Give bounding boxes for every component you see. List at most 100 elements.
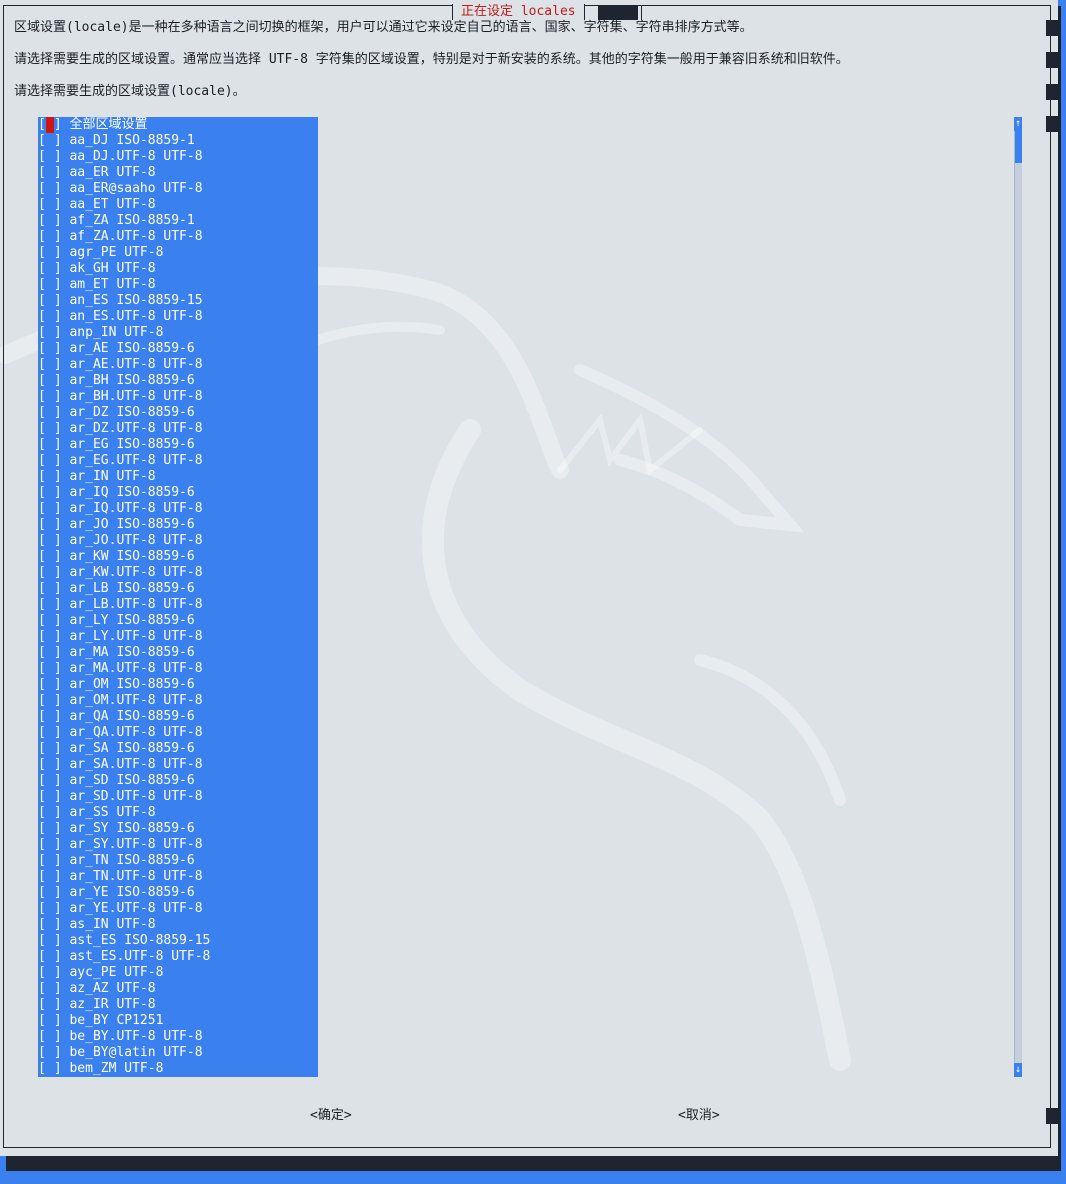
- checkbox-unchecked[interactable]: [46, 581, 54, 597]
- scrollbar-thumb[interactable]: [1015, 131, 1022, 163]
- ok-button[interactable]: <确定>: [310, 1108, 352, 1124]
- checkbox-unchecked[interactable]: [46, 981, 54, 997]
- checkbox-unchecked[interactable]: [46, 517, 54, 533]
- checkbox-unchecked[interactable]: [46, 997, 54, 1013]
- locale-option[interactable]: [] aa_ER UTF-8: [38, 165, 318, 181]
- checkbox-unchecked[interactable]: [46, 1045, 54, 1061]
- checkbox-unchecked[interactable]: [46, 645, 54, 661]
- checkbox-unchecked[interactable]: [46, 421, 54, 437]
- locale-option[interactable]: [] ar_BH.UTF-8 UTF-8: [38, 389, 318, 405]
- locale-option[interactable]: [] am_ET UTF-8: [38, 277, 318, 293]
- checkbox-unchecked[interactable]: [46, 757, 54, 773]
- checkbox-unchecked[interactable]: [46, 837, 54, 853]
- locale-option[interactable]: [] ar_SA ISO-8859-6: [38, 741, 318, 757]
- checkbox-unchecked[interactable]: [46, 469, 54, 485]
- locale-option[interactable]: [] bem_ZM UTF-8: [38, 1061, 318, 1077]
- checkbox-unchecked[interactable]: [46, 325, 54, 341]
- checkbox-unchecked[interactable]: [46, 229, 54, 245]
- checkbox-unchecked[interactable]: [46, 933, 54, 949]
- checkbox-unchecked[interactable]: [46, 965, 54, 981]
- checkbox-unchecked[interactable]: [46, 805, 54, 821]
- scrollbar[interactable]: ↑ ↓: [1014, 117, 1022, 1077]
- checkbox-unchecked[interactable]: [46, 629, 54, 645]
- checkbox-unchecked[interactable]: [46, 405, 54, 421]
- locale-option[interactable]: [] ar_OM ISO-8859-6: [38, 677, 318, 693]
- locale-option[interactable]: [] ar_LB.UTF-8 UTF-8: [38, 597, 318, 613]
- checkbox-unchecked[interactable]: [46, 245, 54, 261]
- locale-option[interactable]: [] ar_MA.UTF-8 UTF-8: [38, 661, 318, 677]
- locale-option[interactable]: [] ast_ES.UTF-8 UTF-8: [38, 949, 318, 965]
- checkbox-unchecked[interactable]: [46, 821, 54, 837]
- locale-option[interactable]: [] ar_SS UTF-8: [38, 805, 318, 821]
- checkbox-unchecked[interactable]: [46, 949, 54, 965]
- locale-option[interactable]: [] be_BY CP1251: [38, 1013, 318, 1029]
- locale-option[interactable]: [] ar_JO ISO-8859-6: [38, 517, 318, 533]
- checkbox-unchecked[interactable]: [46, 1013, 54, 1029]
- checkbox-unchecked[interactable]: [46, 533, 54, 549]
- checkbox-unchecked[interactable]: [46, 853, 54, 869]
- locale-option[interactable]: [] ar_SD.UTF-8 UTF-8: [38, 789, 318, 805]
- checkbox-unchecked[interactable]: [46, 613, 54, 629]
- locale-option[interactable]: [] ar_LY ISO-8859-6: [38, 613, 318, 629]
- locale-option[interactable]: [] an_ES ISO-8859-15: [38, 293, 318, 309]
- locale-option[interactable]: [] as_IN UTF-8: [38, 917, 318, 933]
- scroll-down-arrow-icon[interactable]: ↓: [1014, 1063, 1022, 1077]
- checkbox-unchecked[interactable]: [46, 133, 54, 149]
- checkbox-unchecked[interactable]: [46, 869, 54, 885]
- checkbox-unchecked[interactable]: [46, 309, 54, 325]
- locale-option[interactable]: [] ar_JO.UTF-8 UTF-8: [38, 533, 318, 549]
- cancel-button[interactable]: <取消>: [678, 1108, 720, 1124]
- locale-option[interactable]: [] ar_AE ISO-8859-6: [38, 341, 318, 357]
- locale-option[interactable]: [] ar_AE.UTF-8 UTF-8: [38, 357, 318, 373]
- checkbox-unchecked[interactable]: [46, 437, 54, 453]
- checkbox-unchecked[interactable]: [46, 709, 54, 725]
- locale-option[interactable]: [] aa_ER@saaho UTF-8: [38, 181, 318, 197]
- locale-option[interactable]: [] ar_BH ISO-8859-6: [38, 373, 318, 389]
- locale-option[interactable]: [] ar_DZ.UTF-8 UTF-8: [38, 421, 318, 437]
- checkbox-unchecked[interactable]: [46, 677, 54, 693]
- locale-option[interactable]: [] af_ZA.UTF-8 UTF-8: [38, 229, 318, 245]
- locale-option[interactable]: [] 全部区域设置: [38, 117, 318, 133]
- locale-option[interactable]: [] ar_SA.UTF-8 UTF-8: [38, 757, 318, 773]
- checkbox-unchecked[interactable]: [46, 165, 54, 181]
- locale-option[interactable]: [] ar_TN ISO-8859-6: [38, 853, 318, 869]
- locale-option[interactable]: [] ar_LY.UTF-8 UTF-8: [38, 629, 318, 645]
- checkbox-unchecked[interactable]: [46, 373, 54, 389]
- checkbox-unchecked[interactable]: [46, 741, 54, 757]
- checkbox-unchecked[interactable]: [46, 453, 54, 469]
- locale-option[interactable]: [] az_AZ UTF-8: [38, 981, 318, 997]
- locale-option[interactable]: [] ar_IQ ISO-8859-6: [38, 485, 318, 501]
- locale-option[interactable]: [] be_BY.UTF-8 UTF-8: [38, 1029, 318, 1045]
- locale-option[interactable]: [] an_ES.UTF-8 UTF-8: [38, 309, 318, 325]
- checkbox-unchecked[interactable]: [46, 1061, 54, 1077]
- checkbox-unchecked[interactable]: [46, 357, 54, 373]
- checkbox-unchecked[interactable]: [46, 277, 54, 293]
- checkbox-unchecked[interactable]: [46, 565, 54, 581]
- locale-option[interactable]: [] ar_SY.UTF-8 UTF-8: [38, 837, 318, 853]
- checkbox-unchecked[interactable]: [46, 261, 54, 277]
- locale-option[interactable]: [] ar_QA.UTF-8 UTF-8: [38, 725, 318, 741]
- locale-option[interactable]: [] ar_TN.UTF-8 UTF-8: [38, 869, 318, 885]
- checkbox-unchecked[interactable]: [46, 501, 54, 517]
- checkbox-unchecked[interactable]: [46, 597, 54, 613]
- checkbox-unchecked[interactable]: [46, 149, 54, 165]
- locale-option[interactable]: [] ar_EG ISO-8859-6: [38, 437, 318, 453]
- checkbox-unchecked[interactable]: [46, 917, 54, 933]
- locale-option[interactable]: [] ar_KW.UTF-8 UTF-8: [38, 565, 318, 581]
- locale-option[interactable]: [] ast_ES ISO-8859-15: [38, 933, 318, 949]
- locale-option[interactable]: [] ar_IN UTF-8: [38, 469, 318, 485]
- locale-option[interactable]: [] ayc_PE UTF-8: [38, 965, 318, 981]
- locale-option[interactable]: [] af_ZA ISO-8859-1: [38, 213, 318, 229]
- checkbox-unchecked[interactable]: [46, 341, 54, 357]
- locale-checklist[interactable]: [] 全部区域设置[] aa_DJ ISO-8859-1[] aa_DJ.UTF…: [38, 117, 318, 1077]
- locale-option[interactable]: [] ar_SD ISO-8859-6: [38, 773, 318, 789]
- checkbox-unchecked[interactable]: [46, 181, 54, 197]
- locale-option[interactable]: [] ar_YE ISO-8859-6: [38, 885, 318, 901]
- checkbox-unchecked[interactable]: [46, 901, 54, 917]
- locale-option[interactable]: [] ar_MA ISO-8859-6: [38, 645, 318, 661]
- locale-option[interactable]: [] ar_KW ISO-8859-6: [38, 549, 318, 565]
- checkbox-unchecked[interactable]: [46, 197, 54, 213]
- locale-option[interactable]: [] aa_DJ.UTF-8 UTF-8: [38, 149, 318, 165]
- checkbox-unchecked[interactable]: [46, 693, 54, 709]
- checkbox-unchecked[interactable]: [46, 485, 54, 501]
